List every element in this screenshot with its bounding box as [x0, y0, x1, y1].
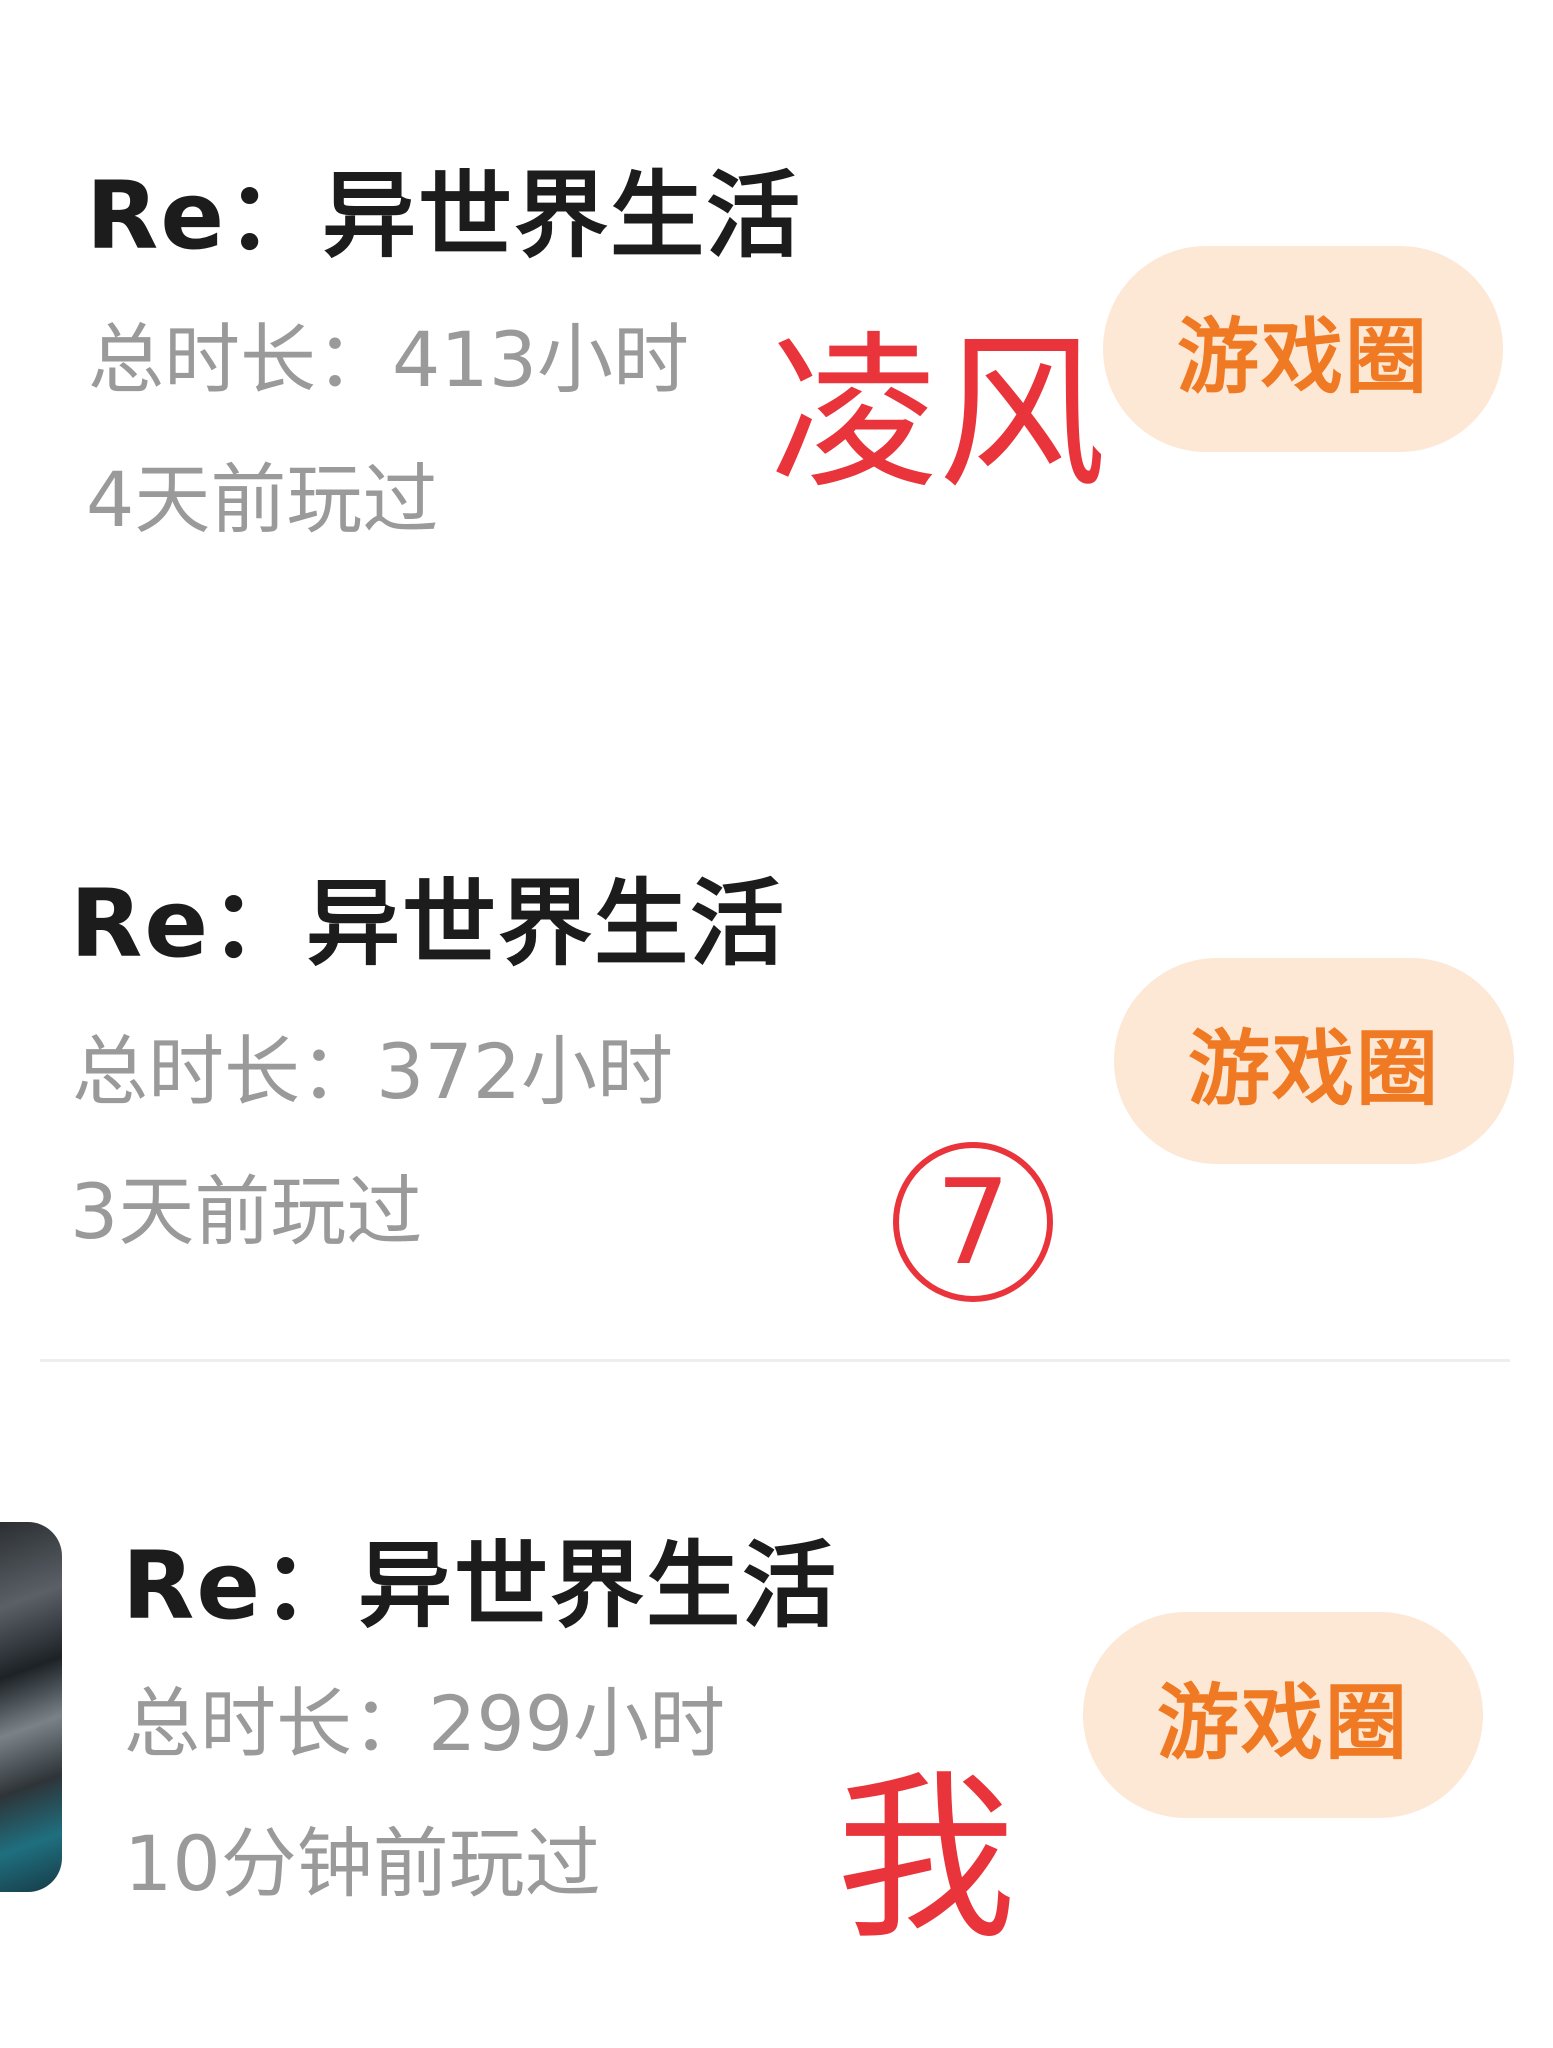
total-playtime: 总时长：413小时 — [88, 315, 690, 404]
game-circle-button[interactable]: 游戏圈 — [1083, 1612, 1483, 1818]
game-circle-button[interactable]: 游戏圈 — [1103, 246, 1503, 452]
game-cover-thumbnail — [0, 1522, 62, 1892]
game-list-item[interactable]: Re：异世界生活 总时长：299小时 10分钟前玩过 游戏圈 我 — [0, 1362, 1553, 2048]
handwritten-annotation: 凌风 — [770, 316, 1106, 512]
circled-number-annotation: 7 — [893, 1142, 1053, 1302]
game-title: Re：异世界生活 — [86, 162, 803, 271]
game-list-item[interactable]: Re：异世界生活 总时长：372小时 3天前玩过 游戏圈 7 — [0, 700, 1553, 1360]
total-playtime: 总时长：372小时 — [72, 1027, 674, 1116]
game-title: Re：异世界生活 — [122, 1532, 839, 1641]
game-title: Re：异世界生活 — [70, 870, 787, 979]
game-list-item[interactable]: Re：异世界生活 总时长：413小时 4天前玩过 游戏圈 凌风 — [0, 0, 1553, 700]
handwritten-annotation: 我 — [836, 1755, 1017, 1964]
last-played: 3天前玩过 — [70, 1167, 423, 1256]
last-played: 10分钟前玩过 — [124, 1819, 601, 1908]
total-playtime: 总时长：299小时 — [124, 1679, 726, 1768]
last-played: 4天前玩过 — [86, 455, 439, 544]
game-circle-button[interactable]: 游戏圈 — [1114, 958, 1514, 1164]
